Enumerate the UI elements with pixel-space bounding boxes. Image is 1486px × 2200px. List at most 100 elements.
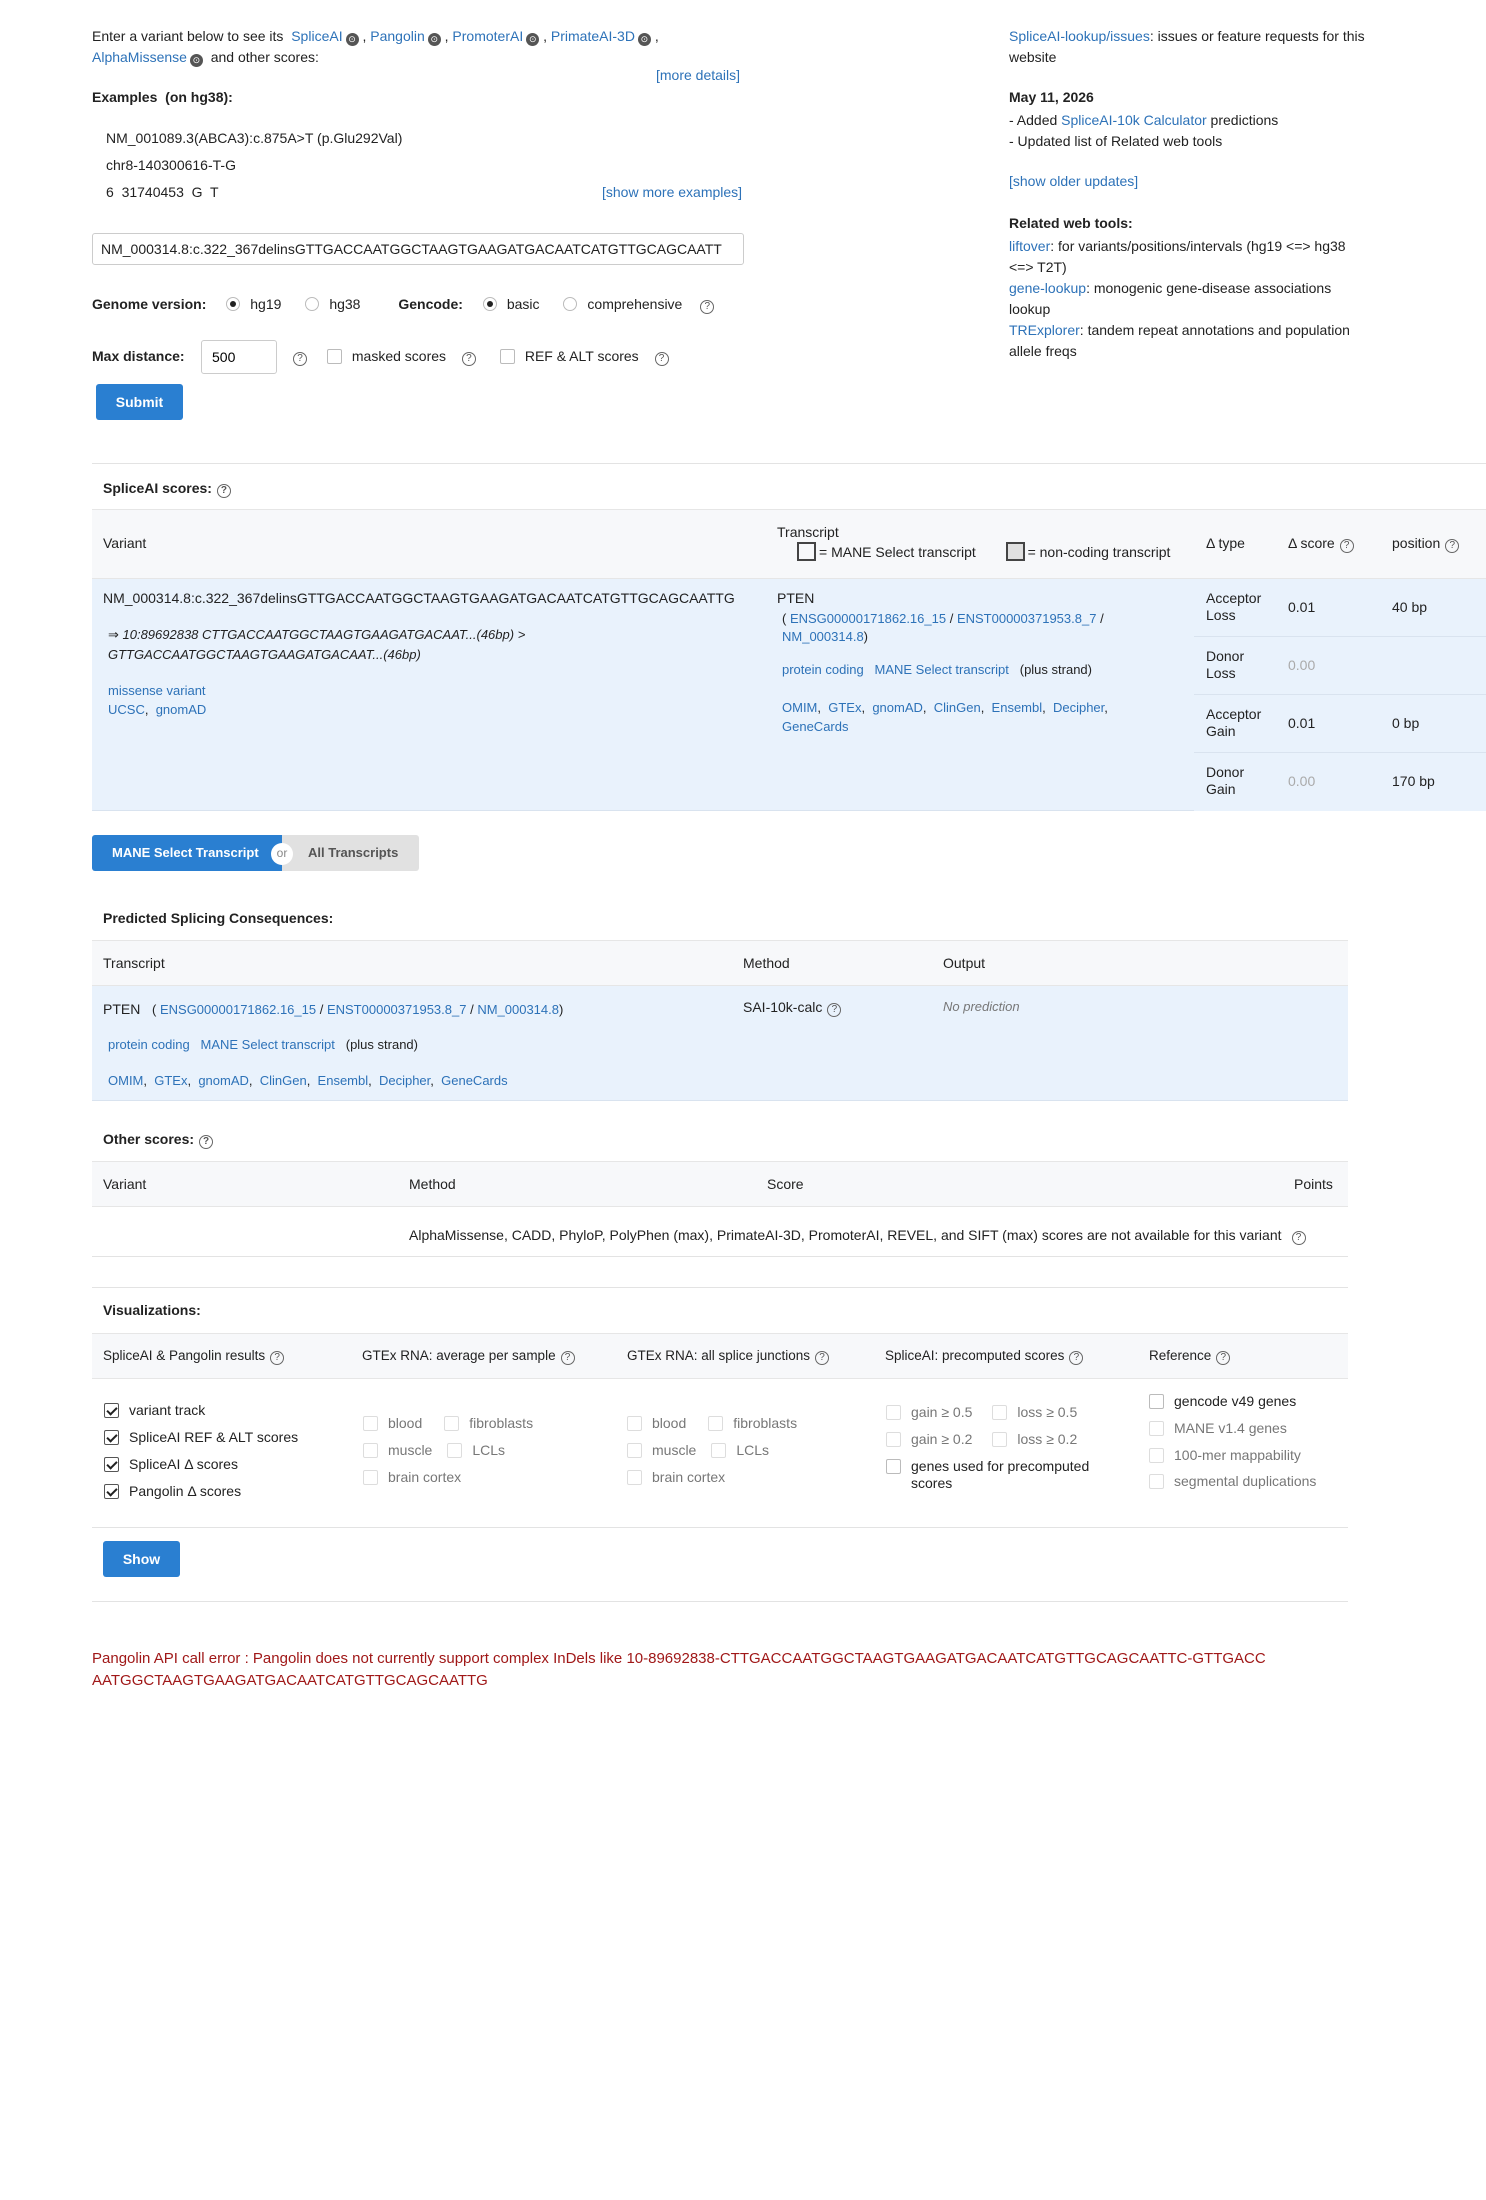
basic-radio[interactable] [482, 297, 497, 311]
muscle-checkbox[interactable] [627, 1443, 642, 1458]
spliceai-10k-calculator-link[interactable]: SpliceAI-10k Calculator [1061, 112, 1207, 128]
comprehensive-radio[interactable] [563, 297, 578, 311]
precomputed-genes-checkbox[interactable] [886, 1459, 901, 1474]
gnomad-gene-link[interactable]: gnomAD [872, 700, 923, 715]
help-icon[interactable]: ? [461, 352, 476, 366]
blood-checkbox[interactable] [627, 1416, 642, 1431]
example-item[interactable]: chr8-140300616-T-G [106, 157, 236, 173]
help-icon[interactable]: ? [199, 1135, 214, 1149]
loss-02-checkbox[interactable] [992, 1432, 1008, 1447]
mane-select-transcript-button[interactable]: MANE Select Transcript [92, 835, 282, 871]
help-icon[interactable]: ? [1291, 1231, 1306, 1245]
hg38-radio[interactable] [305, 297, 320, 311]
enst-link[interactable]: ENST00000371953.8_7 [327, 1002, 467, 1017]
gencode-genes-checkbox[interactable] [1149, 1394, 1164, 1409]
pangolin-link[interactable]: Pangolin [370, 28, 425, 44]
enst-link[interactable]: ENST00000371953.8_7 [957, 611, 1097, 626]
brain-cortex-checkbox[interactable] [363, 1470, 378, 1485]
issues-link[interactable]: SpliceAI-lookup/issues [1009, 28, 1150, 44]
muscle-checkbox[interactable] [363, 1443, 378, 1458]
blood-checkbox[interactable] [363, 1416, 378, 1431]
help-icon[interactable]: ? [827, 1003, 842, 1017]
help-icon[interactable]: ? [270, 1351, 285, 1365]
help-icon[interactable]: ? [560, 1351, 575, 1365]
ucsc-link[interactable]: UCSC [108, 702, 145, 717]
trexplorer-link[interactable]: TRExplorer [1009, 322, 1080, 338]
help-icon[interactable]: ? [815, 1351, 830, 1365]
show-more-examples-link[interactable]: [show more examples] [602, 184, 742, 200]
lcls-checkbox[interactable] [711, 1443, 727, 1458]
mane-genes-checkbox[interactable] [1149, 1421, 1164, 1436]
hg19-radio[interactable] [226, 297, 241, 311]
col-transcript: Transcript [777, 524, 839, 540]
other-scores-heading: Other scores:? [103, 1131, 214, 1149]
ensembl-link[interactable]: Ensembl [318, 1073, 369, 1088]
consequence-link[interactable]: missense variant [108, 683, 206, 698]
col-transcript: Transcript [103, 955, 165, 971]
show-visualizations-button[interactable]: Show [103, 1541, 180, 1577]
help-icon[interactable]: ? [1216, 1351, 1231, 1365]
loss-05-checkbox[interactable] [992, 1405, 1008, 1420]
show-older-updates-link[interactable]: [show older updates] [1009, 173, 1138, 189]
variant-track-checkbox[interactable] [104, 1403, 119, 1418]
github-icon[interactable]: ⊙ [427, 33, 441, 46]
omim-link[interactable]: OMIM [108, 1073, 143, 1088]
gnomad-link[interactable]: gnomAD [156, 702, 207, 717]
col-delta-type: Δ type [1206, 535, 1245, 551]
alphamissense-link[interactable]: AlphaMissense [92, 49, 187, 65]
help-icon[interactable]: ? [1339, 539, 1354, 553]
more-details-link[interactable]: [more details] [656, 67, 740, 83]
spliceai-link[interactable]: SpliceAI [291, 28, 342, 44]
max-distance-input[interactable] [201, 340, 277, 374]
liftover-link[interactable]: liftover [1009, 238, 1050, 254]
gtex-link[interactable]: GTEx [154, 1073, 187, 1088]
gtex-link[interactable]: GTEx [828, 700, 861, 715]
decipher-link[interactable]: Decipher [1053, 700, 1104, 715]
github-icon[interactable]: ⊙ [189, 54, 203, 67]
github-icon[interactable]: ⊙ [526, 33, 540, 46]
fibroblasts-checkbox[interactable] [444, 1416, 460, 1431]
gnomad-gene-link[interactable]: gnomAD [198, 1073, 249, 1088]
lcls-checkbox[interactable] [447, 1443, 463, 1458]
github-icon[interactable]: ⊙ [345, 33, 359, 46]
help-icon[interactable]: ? [1069, 1351, 1084, 1365]
help-icon[interactable]: ? [216, 484, 231, 498]
gene-lookup-link[interactable]: gene-lookup [1009, 280, 1086, 296]
gain-05-checkbox[interactable] [886, 1405, 901, 1420]
all-transcripts-button[interactable]: All Transcripts [282, 835, 419, 871]
genecards-link[interactable]: GeneCards [441, 1073, 507, 1088]
ensembl-link[interactable]: Ensembl [992, 700, 1043, 715]
decipher-link[interactable]: Decipher [379, 1073, 430, 1088]
submit-button[interactable]: Submit [96, 384, 183, 420]
help-icon[interactable]: ? [654, 352, 669, 366]
primateai-link[interactable]: PrimateAI-3D [551, 28, 635, 44]
ref-alt-checkbox[interactable] [499, 349, 515, 364]
variant-input[interactable] [92, 233, 744, 265]
omim-link[interactable]: OMIM [782, 700, 817, 715]
genecards-link[interactable]: GeneCards [782, 719, 848, 734]
help-icon[interactable]: ? [1445, 539, 1460, 553]
help-icon[interactable]: ? [293, 352, 307, 366]
example-item[interactable]: NM_001089.3(ABCA3):c.875A>T (p.Glu292Val… [106, 130, 402, 146]
clingen-link[interactable]: ClinGen [260, 1073, 307, 1088]
clingen-link[interactable]: ClinGen [934, 700, 981, 715]
segdup-checkbox[interactable] [1149, 1474, 1164, 1489]
ref-alt-scores-checkbox[interactable] [104, 1430, 119, 1445]
gain-02-checkbox[interactable] [886, 1432, 901, 1447]
github-icon[interactable]: ⊙ [637, 33, 651, 46]
ensg-link[interactable]: ENSG00000171862.16_15 [790, 611, 946, 626]
masked-scores-checkbox[interactable] [326, 349, 342, 364]
spliceai-delta-checkbox[interactable] [104, 1457, 119, 1472]
help-icon[interactable]: ? [700, 300, 715, 314]
fibroblasts-checkbox[interactable] [708, 1416, 724, 1431]
noncoding-legend-box [1005, 542, 1025, 561]
spliceai-table-header [92, 509, 1486, 579]
refseq-link[interactable]: NM_000314.8 [782, 629, 864, 644]
example-item[interactable]: 6 31740453 G T [106, 184, 219, 200]
promoterai-link[interactable]: PromoterAI [452, 28, 523, 44]
mappability-checkbox[interactable] [1149, 1448, 1164, 1463]
pangolin-delta-checkbox[interactable] [104, 1484, 119, 1499]
ensg-link[interactable]: ENSG00000171862.16_15 [160, 1002, 316, 1017]
refseq-link[interactable]: NM_000314.8 [477, 1002, 559, 1017]
brain-cortex-checkbox[interactable] [627, 1470, 642, 1485]
